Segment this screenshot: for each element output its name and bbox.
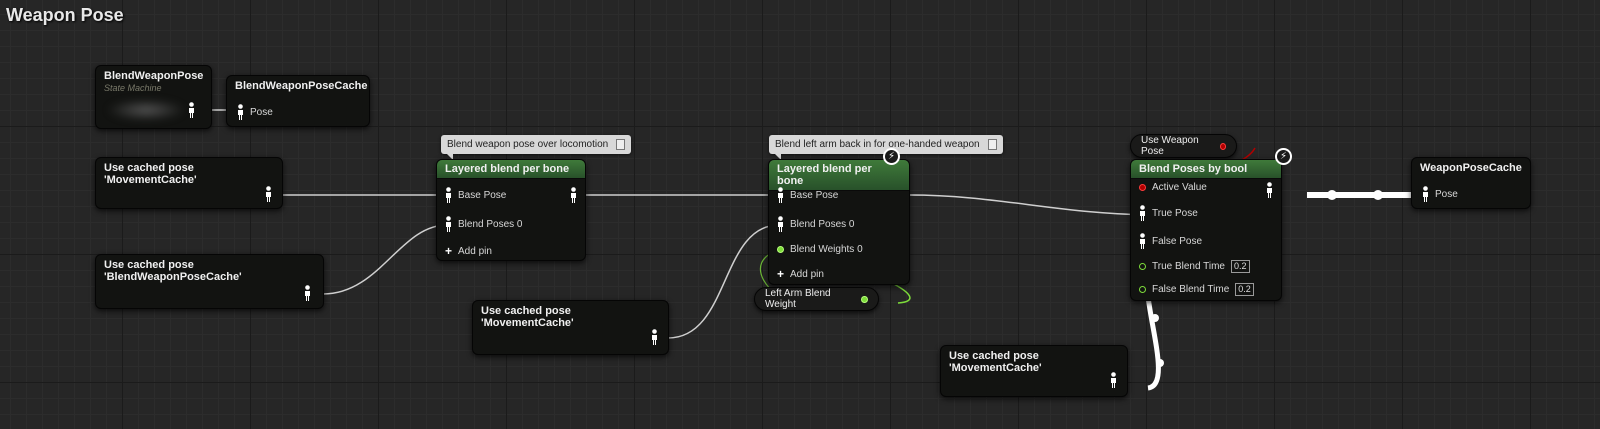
graph-title: Weapon Pose [6,5,124,25]
float-pin-icon[interactable] [777,246,784,253]
plus-icon: + [445,244,453,258]
pin-label: Base Pose [790,189,839,201]
node-title: WeaponPoseCache [1420,162,1522,174]
wire [908,194,1163,216]
comment-text: Blend left arm back in for one-handed we… [775,139,980,151]
person-icon[interactable] [1266,182,1273,198]
float-pin-icon[interactable] [1139,286,1146,293]
person-icon[interactable] [1110,372,1117,388]
person-icon[interactable] [777,187,784,203]
float-pin-icon[interactable] [861,295,868,303]
wire-knot [1151,314,1159,322]
false-blend-time-input[interactable]: 0.2 [1235,283,1254,296]
pin-label: Active Value [1152,182,1207,193]
node-title: Use cached pose 'MovementCache' [104,162,197,186]
cached-pose-node[interactable]: Use cached pose 'MovementCache' [940,345,1128,397]
node-title: Use cached pose 'MovementCache' [949,350,1042,374]
person-icon[interactable] [1139,205,1146,221]
pin-label: Blend Poses 0 [458,218,523,230]
comment-text: Blend weapon pose over locomotion [447,139,609,151]
person-icon[interactable] [777,216,784,232]
pin-label: False Pose [1152,235,1203,247]
pin-label: Pose [250,106,273,118]
person-icon[interactable] [237,104,244,120]
wire-knot [1373,190,1383,200]
node-title: BlendWeaponPoseCache [235,80,368,92]
variable-label: Use Weapon Pose [1141,135,1199,157]
pushpin-icon[interactable] [987,139,997,150]
person-icon[interactable] [265,186,272,202]
add-pin-button[interactable]: + Add pin [445,244,492,258]
pin-label: False Blend Time [1152,284,1230,295]
variable-node-use-weapon-pose[interactable]: Use Weapon Pose [1130,134,1237,158]
layered-blend-node[interactable]: Layered blend per bone Base Pose Blend P… [768,159,910,285]
person-icon[interactable] [445,187,452,203]
pin-label: Blend Poses 0 [790,218,855,230]
variable-label: Left Arm Blend Weight [765,288,831,310]
person-icon[interactable] [188,102,195,118]
cached-pose-node[interactable]: Use cached pose 'MovementCache' [95,157,283,209]
pin-label: Add pin [458,245,492,257]
person-icon[interactable] [651,329,658,345]
variable-node-left-arm-blend-weight[interactable]: Left Arm Blend Weight [754,287,879,311]
node-title: Use cached pose 'BlendWeaponPoseCache' [104,259,242,283]
node-comment[interactable]: Blend weapon pose over locomotion [441,135,632,161]
pin-label: True Blend Time [1152,261,1225,272]
state-machine-node[interactable]: BlendWeaponPose State Machine [95,65,212,129]
layered-blend-node[interactable]: Layered blend per bone Base Pose Blend P… [436,159,586,261]
save-cache-node[interactable]: WeaponPoseCache Pose [1411,157,1531,209]
person-icon[interactable] [1422,186,1429,202]
person-icon[interactable] [1139,233,1146,249]
true-blend-time-input[interactable]: 0.2 [1231,260,1250,273]
lightning-bolt-icon: ⚡ [1275,148,1292,165]
pushpin-icon[interactable] [616,139,626,150]
node-subtitle: State Machine [104,83,162,93]
cached-pose-node[interactable]: Use cached pose 'BlendWeaponPoseCache' [95,254,324,309]
pin-label: Add pin [790,268,824,280]
pin-label: Pose [1435,188,1458,200]
person-icon[interactable] [445,216,452,232]
cached-pose-node[interactable]: Use cached pose 'MovementCache' [472,300,669,355]
float-pin-icon[interactable] [1139,263,1146,270]
node-title: Use cached pose 'MovementCache' [481,305,574,329]
node-title: Blend Poses by bool [1131,160,1281,179]
wire-knot [1327,190,1337,200]
wire [667,224,780,339]
bool-pin-icon[interactable] [1139,184,1146,191]
plus-icon: + [777,267,785,281]
bool-pin-icon[interactable] [1219,142,1226,150]
wire-knot [1156,359,1164,367]
pin-label: Base Pose [458,189,507,201]
pin-label: Blend Weights 0 [790,244,863,255]
save-cache-node[interactable]: BlendWeaponPoseCache Pose [226,75,370,127]
node-title: Layered blend per bone [437,160,585,179]
wire [322,224,448,295]
person-icon[interactable] [570,187,577,203]
pin-label: True Pose [1152,207,1198,219]
lightning-bolt-icon: ⚡ [883,148,900,165]
person-icon[interactable] [304,285,311,301]
blend-poses-by-bool-node[interactable]: Blend Poses by bool Active Value True Po… [1130,159,1282,301]
add-pin-button[interactable]: + Add pin [777,267,824,281]
